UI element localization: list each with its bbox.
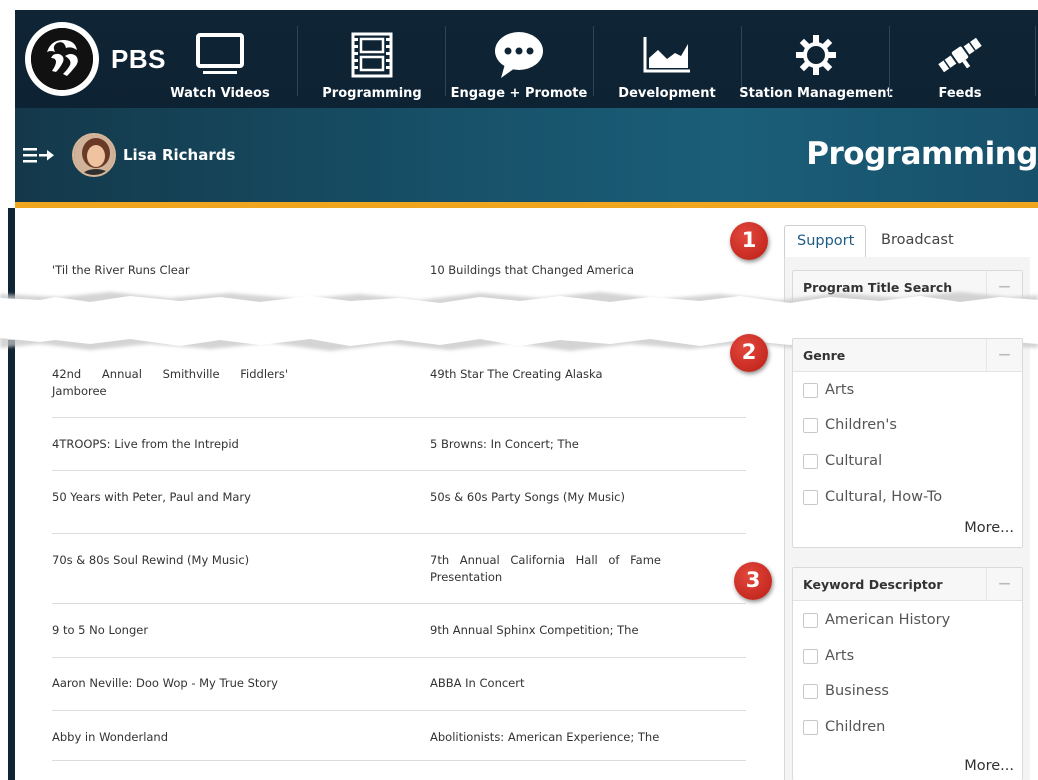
sub-header: Lisa Richards Programming — [15, 108, 1038, 202]
option-label: Cultural — [825, 453, 883, 469]
program-link[interactable]: 10 Buildings that Changed America — [430, 262, 634, 279]
program-link[interactable]: Aaron Neville: Doo Wop - My True Story — [52, 675, 278, 692]
nav-station-management[interactable]: Station Management — [739, 10, 893, 108]
program-link[interactable]: ABBA In Concert — [430, 675, 525, 692]
program-link[interactable]: 'Til the River Runs Clear — [52, 262, 190, 279]
nav-label: Programming — [322, 86, 422, 101]
program-link[interactable]: Abolitionists: American Experience; The — [430, 729, 659, 746]
nav-divider — [1035, 26, 1036, 96]
pbs-logo[interactable]: PBS — [25, 22, 166, 96]
chat-bubble-icon — [493, 30, 545, 80]
callout-badge-2: 2 — [730, 334, 768, 372]
option-label: Arts — [825, 648, 855, 664]
panel-title: Keyword Descriptor — [803, 577, 943, 592]
option-label: Children — [825, 719, 886, 735]
callout-badge-1: 1 — [730, 222, 768, 260]
row-divider — [52, 470, 746, 471]
page-title: Programming — [806, 136, 1038, 172]
row-divider — [52, 417, 746, 418]
nav-programming[interactable]: Programming — [315, 10, 429, 108]
program-link[interactable]: 7th Annual California Hall of Fame Prese… — [430, 552, 661, 586]
program-link[interactable]: 9 to 5 No Longer — [52, 622, 148, 639]
monitor-icon — [195, 30, 245, 80]
genre-option[interactable]: Cultural, How-To — [803, 489, 942, 505]
left-accent — [8, 208, 15, 300]
collapse-icon[interactable]: — — [986, 568, 1022, 600]
top-nav: PBS Watch Videos Programming Engage + Pr… — [15, 10, 1038, 108]
avatar[interactable] — [72, 133, 116, 177]
keyword-option[interactable]: Children — [803, 719, 885, 735]
checkbox[interactable] — [803, 719, 818, 735]
program-link[interactable]: 50 Years with Peter, Paul and Mary — [52, 489, 251, 506]
nav-divider — [297, 26, 298, 96]
panel-title: Genre — [803, 348, 846, 363]
nav-label: Development — [618, 86, 716, 101]
left-accent — [8, 340, 15, 780]
row-divider — [52, 760, 746, 761]
keyword-more-link[interactable]: More... — [964, 758, 1014, 774]
row-divider — [52, 657, 746, 658]
program-link[interactable]: Abby in Wonderland — [52, 729, 168, 746]
genre-option[interactable]: Arts — [803, 382, 854, 398]
option-label: American History — [825, 612, 951, 628]
nav-engage-promote[interactable]: Engage + Promote — [451, 10, 587, 108]
checkbox[interactable] — [803, 417, 818, 433]
genre-more-link[interactable]: More... — [964, 520, 1014, 536]
genre-option[interactable]: Cultural — [803, 453, 882, 469]
checkbox[interactable] — [803, 382, 818, 398]
checkbox[interactable] — [803, 453, 818, 469]
gear-icon — [793, 30, 839, 80]
nav-divider — [445, 26, 446, 96]
keyword-filter-panel: Keyword Descriptor — American History Ar… — [792, 567, 1023, 780]
option-label: Arts — [825, 382, 855, 398]
row-divider — [52, 710, 746, 711]
nav-label: Watch Videos — [170, 86, 270, 101]
nav-feeds[interactable]: Feeds — [915, 10, 1005, 108]
genre-filter-panel: Genre — Arts Children's Cultural Cultura… — [792, 338, 1023, 548]
nav-development[interactable]: Development — [611, 10, 723, 108]
nav-divider — [889, 26, 890, 96]
nav-divider — [593, 26, 594, 96]
checkbox[interactable] — [803, 612, 818, 628]
option-label: Children's — [825, 417, 897, 433]
film-icon — [350, 30, 394, 80]
program-link[interactable]: 5 Browns: In Concert; The — [430, 436, 579, 453]
tab-broadcast[interactable]: Broadcast — [869, 225, 966, 257]
program-link[interactable]: 49th Star The Creating Alaska — [430, 366, 603, 383]
nav-label: Feeds — [938, 86, 982, 101]
program-link[interactable]: 50s & 60s Party Songs (My Music) — [430, 489, 625, 506]
panel-header[interactable]: Keyword Descriptor — — [793, 568, 1022, 601]
menu-toggle-icon[interactable] — [23, 145, 57, 171]
pbs-logo-icon — [25, 22, 99, 96]
row-divider — [52, 533, 746, 534]
genre-option[interactable]: Children's — [803, 417, 897, 433]
nav-label: Station Management — [739, 86, 893, 101]
callout-badge-3: 3 — [734, 562, 772, 600]
satellite-icon — [934, 30, 986, 80]
checkbox[interactable] — [803, 489, 818, 505]
nav-label: Engage + Promote — [450, 86, 588, 101]
program-link[interactable]: 9th Annual Sphinx Competition; The — [430, 622, 639, 639]
option-label: Cultural, How-To — [825, 489, 943, 505]
program-link[interactable]: 70s & 80s Soul Rewind (My Music) — [52, 552, 249, 569]
brand-name: PBS — [111, 43, 166, 74]
program-link[interactable]: 4TROOPS: Live from the Intrepid — [52, 436, 239, 453]
collapse-icon[interactable]: — — [986, 339, 1022, 371]
user-name[interactable]: Lisa Richards — [123, 146, 235, 164]
keyword-option[interactable]: Business — [803, 683, 889, 699]
program-link[interactable]: 42nd Annual Smithville Fiddlers' Jambore… — [52, 366, 288, 400]
area-chart-icon — [642, 30, 692, 80]
tab-support[interactable]: Support — [784, 225, 866, 257]
checkbox[interactable] — [803, 648, 818, 664]
row-divider — [52, 603, 746, 604]
keyword-option[interactable]: Arts — [803, 648, 854, 664]
checkbox[interactable] — [803, 683, 818, 699]
option-label: Business — [825, 683, 889, 699]
nav-watch-videos[interactable]: Watch Videos — [165, 10, 275, 108]
accent-bar — [15, 202, 1038, 208]
panel-header[interactable]: Genre — — [793, 339, 1022, 372]
keyword-option[interactable]: American History — [803, 612, 950, 628]
